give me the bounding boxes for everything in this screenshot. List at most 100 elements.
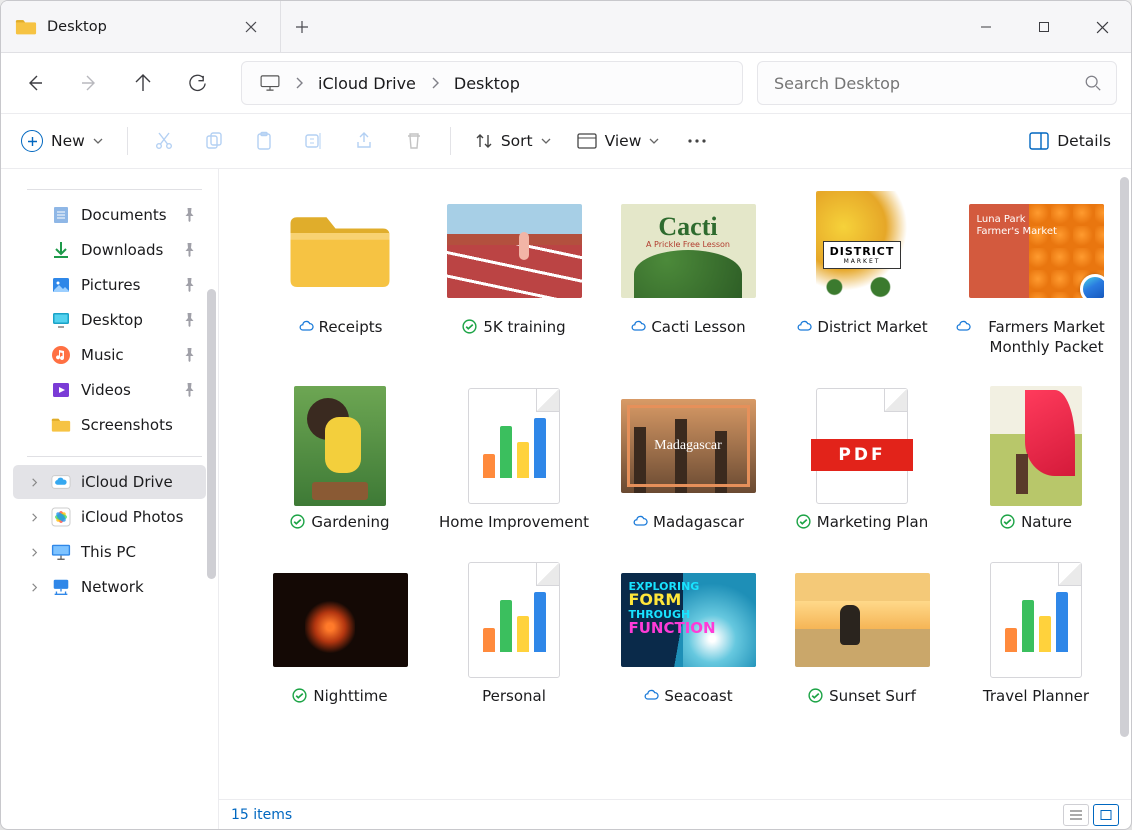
folder-icon: [285, 206, 395, 296]
sidebar-item-icloud-drive[interactable]: iCloud Drive: [13, 465, 206, 499]
file-grid[interactable]: Receipts5K trainingCactiA Prickle Free L…: [219, 169, 1131, 799]
content-area: Receipts5K trainingCactiA Prickle Free L…: [219, 169, 1131, 829]
grid-view-toggle[interactable]: [1093, 804, 1119, 826]
sidebar-scrollbar[interactable]: [204, 169, 218, 829]
file-item[interactable]: DISTRICTMARKETDistrict Market: [777, 191, 947, 358]
copy-button[interactable]: [192, 121, 236, 161]
file-item[interactable]: CactiA Prickle Free LessonCacti Lesson: [603, 191, 773, 358]
file-item[interactable]: Nature: [951, 386, 1121, 532]
image-thumbnail: EXPLORINGFORMTHROUGHFUNCTION: [621, 573, 756, 667]
sidebar-item-downloads[interactable]: Downloads: [13, 233, 206, 267]
synced-status-icon: [292, 688, 308, 704]
sidebar-item-this-pc[interactable]: This PC: [13, 535, 206, 569]
pin-icon: [183, 313, 196, 327]
ellipsis-icon: [687, 138, 707, 144]
minimize-button[interactable]: [957, 1, 1015, 53]
close-icon: [245, 21, 257, 33]
file-item[interactable]: MadagascarMadagascar: [603, 386, 773, 532]
folder-icon: [15, 17, 37, 37]
pin-icon: [183, 208, 196, 222]
image-thumbnail: Madagascar: [621, 399, 756, 493]
file-item[interactable]: EXPLORINGFORMTHROUGHFUNCTIONSeacoast: [603, 560, 773, 706]
sort-label: Sort: [501, 132, 533, 150]
file-item[interactable]: Sunset Surf: [777, 560, 947, 706]
image-thumbnail: CactiA Prickle Free Lesson: [621, 204, 756, 298]
sidebar-item-videos[interactable]: Videos: [13, 373, 206, 407]
pin-icon: [183, 383, 196, 397]
breadcrumb-item-0[interactable]: iCloud Drive: [310, 70, 424, 97]
synced-status-icon: [1000, 514, 1016, 530]
file-item[interactable]: Nighttime: [255, 560, 425, 706]
file-item[interactable]: 5K training: [429, 191, 599, 358]
sidebar-item-label: iCloud Photos: [81, 508, 183, 526]
file-item[interactable]: PDFMarketing Plan: [777, 386, 947, 532]
sidebar-item-documents[interactable]: Documents: [13, 198, 206, 232]
search-box[interactable]: [757, 61, 1117, 105]
expand-chevron[interactable]: [27, 477, 41, 488]
breadcrumb-item-1[interactable]: Desktop: [446, 70, 528, 97]
image-thumbnail: DISTRICTMARKET: [816, 191, 908, 311]
synced-status-icon: [808, 688, 824, 704]
expand-chevron[interactable]: [27, 512, 41, 523]
new-button[interactable]: New: [11, 121, 113, 161]
sidebar-item-music[interactable]: Music: [13, 338, 206, 372]
chevron-right-icon: [430, 77, 440, 89]
cloud-status-icon: [298, 319, 314, 335]
navbar: iCloud Drive Desktop: [1, 53, 1131, 113]
sort-button[interactable]: Sort: [465, 121, 561, 161]
delete-button[interactable]: [392, 121, 436, 161]
window-close-button[interactable]: [1073, 1, 1131, 53]
file-item[interactable]: Receipts: [255, 191, 425, 358]
sidebar-item-network[interactable]: Network: [13, 570, 206, 604]
details-button[interactable]: Details: [1019, 121, 1121, 161]
plus-icon: [295, 20, 309, 34]
list-view-toggle[interactable]: [1063, 804, 1089, 826]
refresh-button[interactable]: [177, 63, 217, 103]
tab-desktop[interactable]: Desktop: [1, 1, 281, 52]
tab-title: Desktop: [47, 19, 107, 35]
file-name: Personal: [482, 686, 546, 706]
sidebar-item-icloud-photos[interactable]: iCloud Photos: [13, 500, 206, 534]
image-thumbnail: Luna ParkFarmer's Market: [969, 204, 1104, 298]
up-button[interactable]: [123, 63, 163, 103]
share-button[interactable]: [342, 121, 386, 161]
content-scrollbar[interactable]: [1117, 169, 1131, 799]
separator: [450, 127, 451, 155]
file-name: Nighttime: [313, 686, 387, 706]
sidebar-item-label: Downloads: [81, 241, 163, 259]
arrow-up-icon: [133, 73, 153, 93]
file-item[interactable]: Personal: [429, 560, 599, 706]
sidebar[interactable]: Documents Downloads PicturesDesktopMusicVi…: [1, 169, 219, 829]
sidebar-item-desktop[interactable]: Desktop: [13, 303, 206, 337]
breadcrumb-root[interactable]: [252, 71, 288, 95]
cut-button[interactable]: [142, 121, 186, 161]
sidebar-item-screenshots[interactable]: Screenshots: [13, 408, 206, 442]
forward-button[interactable]: [69, 63, 109, 103]
file-item[interactable]: Travel Planner: [951, 560, 1121, 706]
back-button[interactable]: [15, 63, 55, 103]
maximize-button[interactable]: [1015, 1, 1073, 53]
view-button[interactable]: View: [567, 121, 670, 161]
paste-button[interactable]: [242, 121, 286, 161]
more-button[interactable]: [675, 121, 719, 161]
rename-button[interactable]: [292, 121, 336, 161]
paste-icon: [254, 131, 274, 151]
tab-close-button[interactable]: [236, 12, 266, 42]
search-input[interactable]: [772, 73, 1074, 94]
videos-icon: [51, 380, 71, 400]
expand-chevron[interactable]: [27, 582, 41, 593]
chevron-down-icon: [541, 136, 551, 146]
details-icon: [1029, 132, 1049, 150]
file-item[interactable]: Luna ParkFarmer's MarketFarmers Market M…: [951, 191, 1121, 358]
separator: [127, 127, 128, 155]
file-item[interactable]: Home Improvement: [429, 386, 599, 532]
pin-icon: [183, 243, 196, 257]
breadcrumb[interactable]: iCloud Drive Desktop: [241, 61, 743, 105]
sidebar-item-pictures[interactable]: Pictures: [13, 268, 206, 302]
sidebar-item-label: iCloud Drive: [81, 473, 173, 491]
expand-chevron[interactable]: [27, 547, 41, 558]
cloud-status-icon: [632, 514, 648, 530]
grid-icon: [1099, 809, 1113, 821]
new-tab-button[interactable]: [287, 12, 317, 42]
file-item[interactable]: Gardening: [255, 386, 425, 532]
